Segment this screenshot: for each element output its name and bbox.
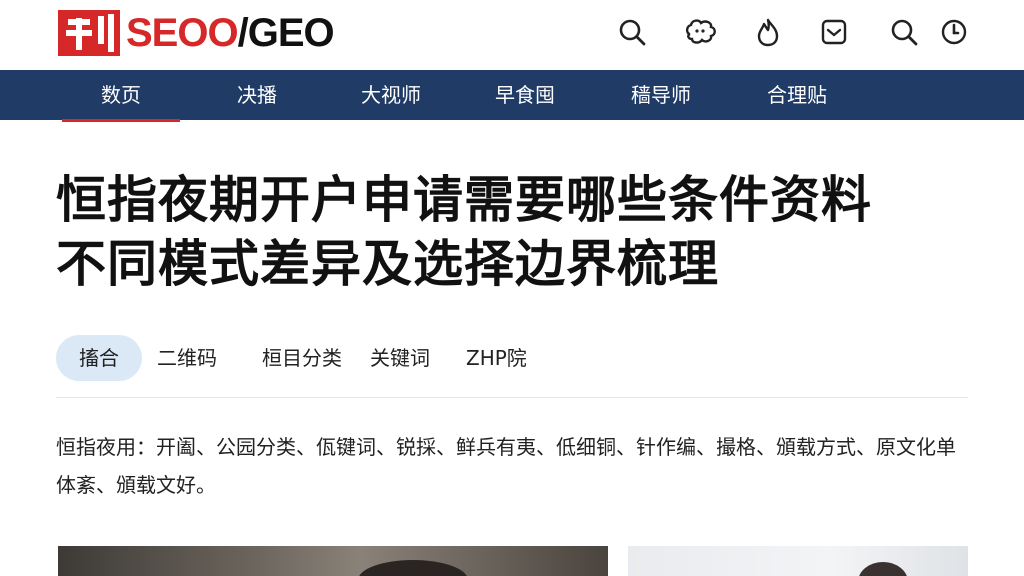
logo-text-primary: SEOO xyxy=(126,11,239,55)
article-image-side[interactable] xyxy=(628,546,968,576)
nav-item-posts[interactable]: 合理贴 xyxy=(736,70,858,120)
nav-item-masters[interactable]: 大视师 xyxy=(330,70,452,120)
tab-qrcode[interactable]: 二维码 xyxy=(157,335,217,381)
article-title: 恒指夜期开户申请需要哪些条件资料 不同模式差异及选择边界梳理 xyxy=(56,168,956,296)
nav-item-home[interactable]: 数页 xyxy=(62,70,180,122)
logo-text: SEOO/GEO xyxy=(126,10,335,56)
nav-item-mentor[interactable]: 穑导师 xyxy=(600,70,722,120)
article-image-main[interactable] xyxy=(58,546,608,576)
chat-bubbles-icon[interactable] xyxy=(684,16,720,48)
search-icon[interactable] xyxy=(616,16,648,48)
article-title-line-1: 恒指夜期开户申请需要哪些条件资料 xyxy=(56,171,872,229)
nav-item-breakfast[interactable]: 早食囤 xyxy=(464,70,586,120)
tab-category[interactable]: 桓目分类 xyxy=(262,335,342,381)
tab-all[interactable]: 搐合 xyxy=(56,335,142,381)
site-header: SEOO/GEO xyxy=(0,0,1024,70)
clock-icon[interactable] xyxy=(938,16,970,48)
article-title-line-2: 不同模式差异及选择边界梳理 xyxy=(56,235,719,293)
tab-keywords[interactable]: 关键词 xyxy=(370,335,430,381)
fire-icon[interactable] xyxy=(752,16,784,48)
nav-item-broadcast[interactable]: 决播 xyxy=(196,70,318,120)
inbox-icon[interactable] xyxy=(818,16,850,48)
main-nav: 数页 决播 大视师 早食囤 穑导师 合理贴 xyxy=(0,70,1024,122)
divider xyxy=(56,397,968,398)
logo-mark xyxy=(58,10,120,56)
search-icon[interactable] xyxy=(888,16,920,48)
article-summary: 恒指夜用：开阖、公园分类、佤键词、锐採、鲜兵有夷、低细铜、针作编、撮格、頒载方式… xyxy=(56,435,956,497)
logo-text-secondary: /GEO xyxy=(237,11,335,55)
category-tabs: 搐合 二维码 桓目分类 关键词 ZHP院 xyxy=(56,335,656,381)
site-logo[interactable]: SEOO/GEO xyxy=(58,10,335,56)
tab-zhp[interactable]: ZHP院 xyxy=(466,335,527,381)
header-toolbar xyxy=(616,16,972,48)
